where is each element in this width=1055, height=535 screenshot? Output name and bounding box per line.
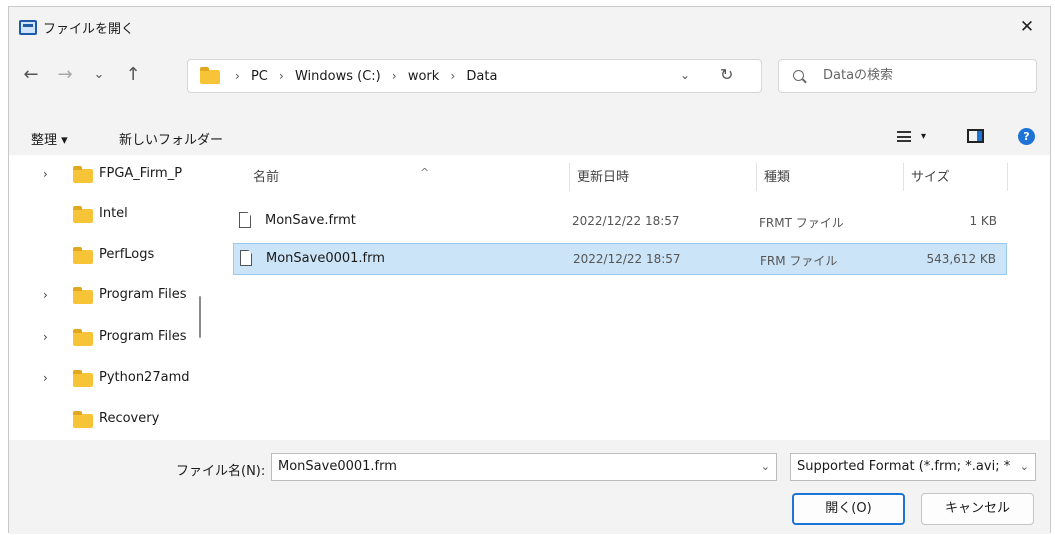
column-header-name[interactable]: 名前 ^: [233, 155, 569, 195]
filename-input[interactable]: MonSave0001.frm ⌄: [271, 453, 777, 481]
folder-icon: [73, 287, 93, 304]
file-date: 2022/12/22 18:57: [572, 214, 680, 228]
file-type-filter-value: Supported Format (*.frm; *.avi; *: [797, 459, 1011, 474]
file-icon: [240, 250, 252, 266]
back-arrow-icon[interactable]: ←: [17, 61, 45, 89]
nav-item-program-files-x86[interactable]: › Program Files: [9, 318, 201, 358]
nav-pane-scrollbar[interactable]: [199, 296, 201, 338]
nav-item-label: FPGA_Firm_P: [99, 166, 183, 181]
folder-icon: [73, 166, 93, 183]
column-header-date[interactable]: 更新日時: [569, 155, 756, 195]
nav-item-intel[interactable]: Intel: [9, 195, 201, 235]
app-window-icon: [19, 20, 37, 35]
search-placeholder: Dataの検索: [823, 68, 894, 83]
folder-icon: [73, 329, 93, 346]
nav-item-recovery[interactable]: Recovery: [9, 400, 201, 440]
file-name: MonSave.frmt: [265, 213, 356, 228]
expand-chevron-icon[interactable]: ›: [43, 167, 48, 181]
breadcrumb-windows-c[interactable]: Windows (C:): [295, 69, 381, 84]
folder-icon: [73, 247, 93, 264]
column-divider[interactable]: [1007, 163, 1008, 191]
address-bar[interactable]: › PC › Windows (C:) › work › Data ⌄ ↻: [187, 59, 762, 93]
view-list-icon[interactable]: [897, 131, 911, 142]
navigation-pane: › FPGA_Firm_P Intel PerfLogs › Program F…: [9, 155, 201, 440]
column-header-label: 種類: [764, 170, 791, 185]
view-options-caret-icon[interactable]: ▾: [921, 131, 926, 142]
column-header-label: サイズ: [911, 170, 950, 185]
help-icon[interactable]: ?: [1018, 128, 1035, 145]
up-arrow-icon[interactable]: ↑: [119, 61, 147, 89]
nav-item-label: PerfLogs: [99, 247, 155, 262]
file-size: 1 KB: [969, 214, 997, 228]
filter-chevron-icon[interactable]: ⌄: [1020, 460, 1029, 473]
file-name: MonSave0001.frm: [266, 251, 385, 266]
dialog-footer: ファイル名(N): MonSave0001.frm ⌄ Supported Fo…: [9, 440, 1050, 534]
nav-item-fpga-firm[interactable]: › FPGA_Firm_P: [9, 155, 201, 195]
expand-chevron-icon[interactable]: ›: [43, 371, 48, 385]
open-file-dialog: ファイルを開く ✕ ← → ⌄ ↑ › PC › Windows (C:) › …: [8, 6, 1051, 534]
nav-item-label: Program Files: [99, 329, 187, 344]
column-header-label: 更新日時: [577, 170, 630, 185]
file-type: FRM ファイル: [760, 254, 838, 268]
nav-item-python27amd[interactable]: › Python27amd: [9, 359, 201, 399]
breadcrumb: › PC › Windows (C:) › work › Data: [228, 60, 497, 92]
column-header-label: 名前: [253, 170, 280, 185]
breadcrumb-data[interactable]: Data: [466, 69, 497, 84]
filename-label: ファイル名(N):: [176, 464, 266, 479]
sort-ascending-icon: ^: [420, 166, 430, 179]
navigation-bar: ← → ⌄ ↑ › PC › Windows (C:) › work › Dat…: [9, 55, 1050, 97]
file-type: FRMT ファイル: [759, 216, 844, 230]
title-bar: ファイルを開く ✕: [9, 7, 1050, 47]
expand-chevron-icon[interactable]: ›: [43, 288, 48, 302]
nav-item-label: Python27amd: [99, 370, 190, 385]
column-header-size[interactable]: サイズ: [903, 155, 1007, 195]
preview-pane-icon[interactable]: [967, 129, 984, 143]
file-size: 543,612 KB: [926, 252, 996, 266]
breadcrumb-pc[interactable]: PC: [251, 69, 268, 84]
content-area: › FPGA_Firm_P Intel PerfLogs › Program F…: [9, 155, 1050, 440]
file-icon: [239, 212, 251, 228]
search-icon: [793, 70, 804, 81]
column-header-type[interactable]: 種類: [756, 155, 903, 195]
recent-locations-chevron-icon[interactable]: ⌄: [85, 61, 113, 89]
search-input[interactable]: Dataの検索: [778, 59, 1037, 93]
breadcrumb-separator-icon: ›: [279, 69, 284, 83]
breadcrumb-separator-icon: ›: [391, 69, 397, 83]
address-history-chevron-icon[interactable]: ⌄: [680, 68, 690, 82]
file-row-selected[interactable]: MonSave0001.frm 2022/12/22 18:57 FRM ファイ…: [233, 243, 1007, 275]
breadcrumb-work[interactable]: work: [408, 69, 439, 84]
new-folder-button[interactable]: 新しいフォルダー: [119, 129, 223, 148]
breadcrumb-separator-icon: ›: [235, 69, 240, 83]
breadcrumb-separator-icon: ›: [450, 69, 456, 83]
filename-history-chevron-icon[interactable]: ⌄: [761, 460, 770, 473]
nav-item-label: Program Files: [99, 287, 187, 302]
command-toolbar: 整理 ▾ 新しいフォルダー ▾ ?: [9, 121, 1050, 157]
dialog-title: ファイルを開く: [43, 22, 135, 37]
forward-arrow-icon[interactable]: →: [51, 61, 79, 89]
filename-value: MonSave0001.frm: [278, 459, 397, 474]
organize-menu-button[interactable]: 整理 ▾: [31, 129, 68, 148]
file-type-filter-select[interactable]: Supported Format (*.frm; *.avi; * ⌄: [790, 453, 1036, 481]
nav-item-label: Recovery: [99, 411, 160, 426]
cancel-button[interactable]: キャンセル: [921, 493, 1034, 525]
file-list: 名前 ^ 更新日時 種類 サイズ MonSave.frmt 2022/12/22…: [211, 155, 1052, 440]
folder-icon: [73, 411, 93, 428]
folder-icon: [73, 206, 93, 223]
refresh-icon[interactable]: ↻: [720, 65, 733, 84]
close-button[interactable]: ✕: [1010, 13, 1044, 41]
folder-icon: [73, 370, 93, 387]
nav-item-program-files[interactable]: › Program Files: [9, 276, 201, 316]
expand-chevron-icon[interactable]: ›: [43, 330, 48, 344]
file-date: 2022/12/22 18:57: [573, 252, 681, 266]
open-button[interactable]: 開く(O): [792, 493, 905, 525]
nav-item-perflogs[interactable]: PerfLogs: [9, 236, 201, 276]
file-row[interactable]: MonSave.frmt 2022/12/22 18:57 FRMT ファイル …: [233, 206, 1007, 238]
nav-item-label: Intel: [99, 206, 128, 221]
folder-icon: [200, 67, 220, 84]
